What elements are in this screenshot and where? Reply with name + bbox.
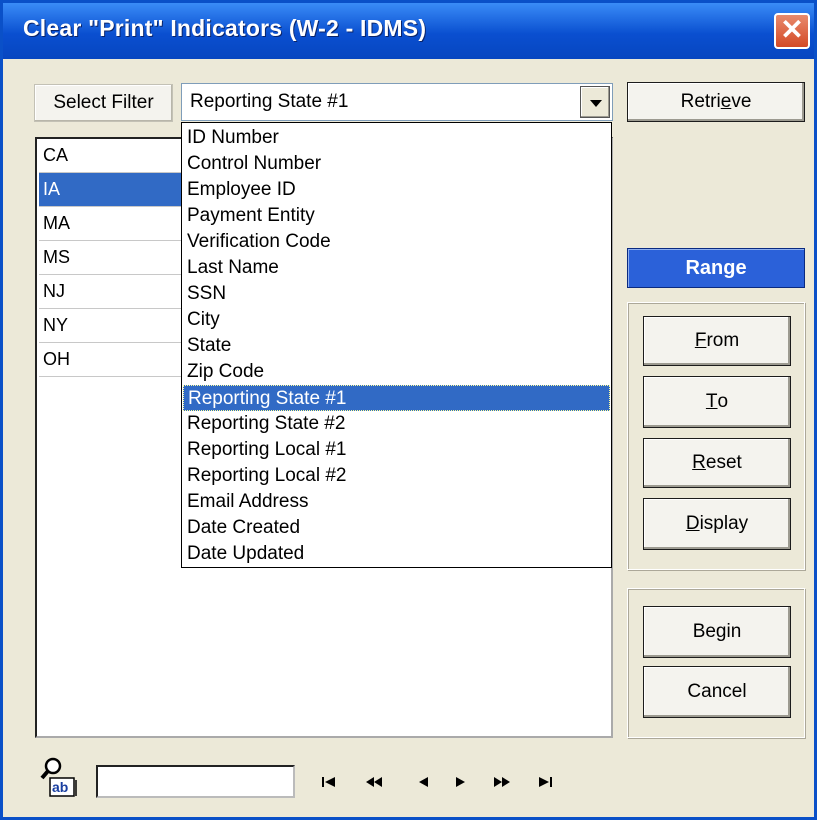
dropdown-option[interactable]: Last Name <box>183 255 610 281</box>
next-page-icon[interactable] <box>491 774 513 790</box>
range-header: Range <box>627 248 805 288</box>
dropdown-option[interactable]: Employee ID <box>183 177 610 203</box>
to-label: o <box>717 391 729 412</box>
from-label: rom <box>706 330 740 351</box>
close-button[interactable]: ✕ <box>774 13 810 49</box>
dropdown-option[interactable]: Control Number <box>183 151 610 177</box>
dropdown-option[interactable]: State <box>183 333 610 359</box>
to-accelerator: T <box>705 391 718 412</box>
next-record-icon[interactable] <box>450 774 472 790</box>
dropdown-option[interactable]: Date Updated <box>183 541 610 567</box>
dropdown-option[interactable]: Reporting Local #1 <box>183 437 610 463</box>
select-filter-button[interactable]: Select Filter <box>34 84 173 122</box>
first-record-icon[interactable] <box>318 774 340 790</box>
dropdown-option[interactable]: Date Created <box>183 515 610 541</box>
dropdown-option[interactable]: City <box>183 307 610 333</box>
dropdown-option[interactable]: Reporting State #2 <box>183 411 610 437</box>
dropdown-option-selected[interactable]: Reporting State #1 <box>183 385 610 411</box>
dropdown-option[interactable]: ID Number <box>183 125 610 151</box>
reset-label: eset <box>705 452 742 473</box>
previous-page-icon[interactable] <box>363 774 385 790</box>
dropdown-option[interactable]: Zip Code <box>183 359 610 385</box>
from-accelerator: F <box>694 330 707 351</box>
retrieve-button[interactable]: Retri e ve <box>627 82 805 122</box>
reset-button[interactable]: Reset <box>643 438 791 488</box>
previous-record-icon[interactable] <box>412 774 434 790</box>
retrieve-accelerator: e <box>720 91 732 112</box>
filter-dropdown-list[interactable]: ID Number Control Number Employee ID Pay… <box>181 122 612 568</box>
last-record-icon[interactable] <box>534 774 556 790</box>
chevron-down-icon[interactable] <box>580 86 610 118</box>
retrieve-label-part: Retri <box>680 91 721 112</box>
filter-combobox[interactable]: Reporting State #1 <box>181 83 613 121</box>
from-button[interactable]: From <box>643 316 791 366</box>
cancel-button[interactable]: Cancel <box>643 666 791 718</box>
to-button[interactable]: To <box>643 376 791 428</box>
dropdown-option[interactable]: Payment Entity <box>183 203 610 229</box>
display-accelerator: D <box>685 513 700 534</box>
begin-button[interactable]: Begin <box>643 606 791 658</box>
reset-accelerator: R <box>692 452 706 473</box>
filter-combobox-value: Reporting State #1 <box>190 91 349 112</box>
display-label: isplay <box>699 513 749 534</box>
display-button[interactable]: Display <box>643 498 791 550</box>
dropdown-option[interactable]: Verification Code <box>183 229 610 255</box>
dropdown-option[interactable]: Reporting Local #2 <box>183 463 610 489</box>
window-title: Clear "Print" Indicators (W-2 - IDMS) <box>23 15 427 41</box>
find-text-icon[interactable]: ab <box>40 756 88 800</box>
title-bar[interactable]: Clear "Print" Indicators (W-2 - IDMS) ✕ <box>3 3 814 59</box>
dropdown-option[interactable]: Email Address <box>183 489 610 515</box>
dropdown-option[interactable]: SSN <box>183 281 610 307</box>
svg-text:ab: ab <box>52 779 68 795</box>
retrieve-label-part: ve <box>731 91 752 112</box>
search-input[interactable] <box>96 765 295 798</box>
